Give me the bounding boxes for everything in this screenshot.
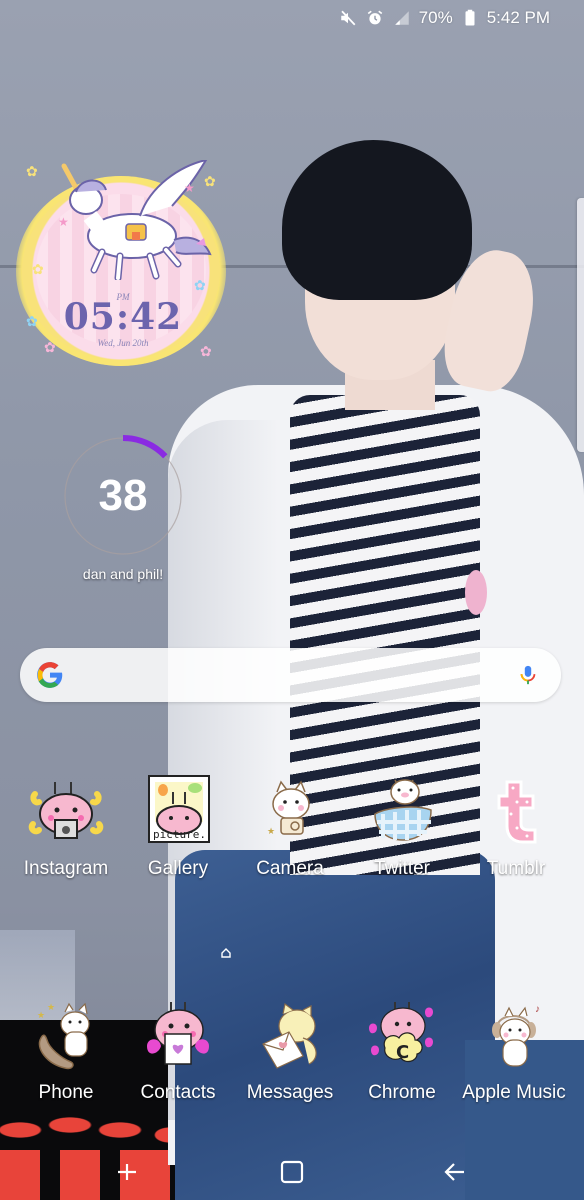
alarm-icon [365,8,385,28]
edge-panel-handle[interactable] [577,198,584,452]
microphone-icon[interactable] [517,662,539,688]
home-icon [280,1160,304,1184]
app-label: Messages [246,1082,334,1103]
chrome-c-letter: C [396,1042,409,1063]
counter-widget[interactable]: 38 dan and phil! [60,433,186,593]
clock-time: 05:42 [63,296,183,338]
dock-app-apple-music[interactable]: ♪ Apple Music [458,998,570,1104]
app-label: Gallery [147,858,209,879]
home-button[interactable] [270,1150,314,1194]
bunny-polaroid-icon: picture.. [148,775,213,843]
wallpaper-pink-badge [465,570,487,615]
cat-letter-icon [262,1002,317,1069]
flower-icon: ✿ [194,277,206,293]
dock-app-chrome[interactable]: C Chrome [346,998,458,1104]
svg-text:★: ★ [184,181,195,195]
app-label: Chrome [368,1082,436,1103]
cat-phone-icon: ★★ [37,1002,90,1070]
app-camera[interactable]: ★ Camera [234,774,346,880]
cat-camera-icon: ★ [267,780,310,836]
bunny-c-cloud-icon: C [369,1002,433,1063]
flower-icon: ✿ [32,261,44,277]
app-label: Apple Music [462,1082,566,1103]
svg-text:★: ★ [267,826,275,836]
back-icon [444,1163,464,1181]
battery-icon [460,8,480,28]
recent-apps-button[interactable] [105,1150,149,1194]
bunny-notebook-icon [147,1002,209,1065]
app-twitter[interactable]: Twitter [346,774,458,880]
clock-date: Wed, Jun 20th [97,338,149,348]
google-search-bar[interactable] [20,647,561,703]
recent-apps-icon [118,1164,136,1180]
app-label: Contacts [140,1082,216,1103]
unicorn-illustration-icon: ★ ★ [58,160,212,280]
app-label: Twitter [374,858,430,879]
mute-icon [338,8,358,28]
counter-value: 38 [98,471,148,520]
app-tumblr[interactable]: Tumblr [460,774,572,880]
google-g-icon [36,661,64,689]
navigation-bar [0,1140,584,1200]
polaroid-caption: picture.. [153,828,213,841]
clock-widget[interactable]: ★ ★ ✿ ✿ ✿ ✿ ✿ ✿ ✿ PM 05:42 Wed, Jun 20th [14,160,232,368]
battery-percent: 70% [418,8,453,27]
cat-headphones-icon: ♪ [492,1004,540,1067]
svg-text:♪: ♪ [535,1004,540,1015]
status-time: 5:42 PM [486,8,550,27]
svg-text:★: ★ [58,215,69,229]
app-instagram[interactable]: Instagram [10,774,122,880]
svg-text:★: ★ [47,1002,55,1012]
dock-app-phone[interactable]: ★ ★ Phone [10,998,122,1104]
dock-app-contacts[interactable]: Contacts [122,998,234,1104]
app-label: Camera [256,858,324,879]
search-input[interactable] [74,647,507,703]
app-label: Phone [38,1082,94,1103]
counter-label: dan and phil! [82,566,164,582]
back-button[interactable] [433,1150,477,1194]
status-bar: 70% 5:42 PM [0,0,584,36]
app-gallery[interactable]: picture.. Gallery [122,774,234,880]
home-page-indicator-icon [221,948,231,958]
svg-text:★: ★ [37,1010,45,1020]
dock-app-messages[interactable]: Messages [234,998,346,1104]
signal-icon [392,8,412,28]
pig-gingham-egg-icon [374,779,432,841]
flower-icon: ✿ [204,173,216,189]
app-label: Tumblr [486,858,546,879]
app-label: Instagram [23,858,109,879]
polka-dot-t-icon [497,780,537,844]
bunny-camera-icon [28,782,104,839]
flower-icon: ✿ [26,163,38,179]
